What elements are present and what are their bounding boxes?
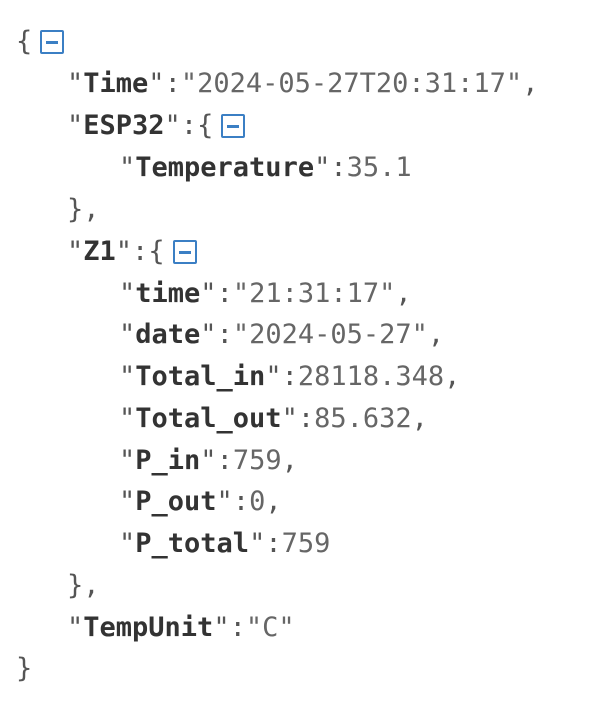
p-out-value: 0 — [249, 486, 266, 517]
z1-date-key: date — [135, 319, 201, 350]
z1-time-value: "21:31:17" — [232, 278, 396, 309]
z1-collapse-icon[interactable] — [172, 240, 197, 264]
p-out-entry: " P_out ":0, — [119, 481, 282, 523]
time-value: "2024-05-27T20:31:17" — [180, 68, 523, 99]
esp32-key: ESP32 — [83, 110, 165, 141]
temperature-value: 35.1 — [346, 152, 412, 183]
root-open-line: { — [16, 21, 65, 63]
p-total-key: P_total — [135, 528, 250, 559]
tempunit-key: TempUnit — [83, 612, 214, 643]
esp32-collapse-icon[interactable] — [221, 114, 246, 138]
root-open-brace: { — [16, 26, 33, 57]
time-key: Time — [83, 68, 149, 99]
p-out-key: P_out — [135, 486, 217, 517]
esp32-close-line: }, — [67, 194, 100, 225]
root-close-brace: } — [16, 653, 33, 684]
temperature-entry: " Temperature ":35.1 — [119, 147, 412, 189]
p-total-entry: " P_total ":759 — [119, 523, 330, 565]
total-out-value: 85.632 — [314, 403, 412, 434]
json-viewer: { " Time ": "2024-05-27T20:31:17", " ESP32 ":… — [0, 0, 594, 711]
z1-date-value: "2024-05-27" — [232, 319, 428, 350]
total-in-value: 28118.348 — [297, 361, 445, 392]
z1-date-entry: " date ": "2024-05-27", — [119, 314, 444, 356]
z1-close-line: }, — [67, 570, 100, 601]
z1-time-key: time — [135, 278, 201, 309]
tempunit-entry: " TempUnit ": "C" — [67, 607, 295, 649]
total-in-entry: " Total_in ":28118.348, — [119, 356, 460, 398]
time-entry: " Time ": "2024-05-27T20:31:17", — [67, 63, 538, 105]
total-out-entry: " Total_out ":85.632, — [119, 398, 428, 440]
total-out-key: Total_out — [135, 403, 282, 434]
tempunit-value: "C" — [245, 612, 295, 643]
p-total-value: 759 — [281, 528, 331, 559]
root-close-line: } — [16, 648, 32, 690]
p-in-value: 759 — [232, 445, 282, 476]
z1-key: Z1 — [83, 236, 116, 267]
esp32-open-line: " ESP32 ":{ — [67, 105, 246, 147]
p-in-key: P_in — [135, 445, 201, 476]
temperature-key: Temperature — [135, 152, 315, 183]
p-in-entry: " P_in ":759, — [119, 440, 298, 482]
total-in-key: Total_in — [135, 361, 266, 392]
z1-open-line: " Z1 ":{ — [67, 231, 197, 273]
z1-time-entry: " time ": "21:31:17", — [119, 273, 412, 315]
root-collapse-icon[interactable] — [40, 30, 65, 54]
